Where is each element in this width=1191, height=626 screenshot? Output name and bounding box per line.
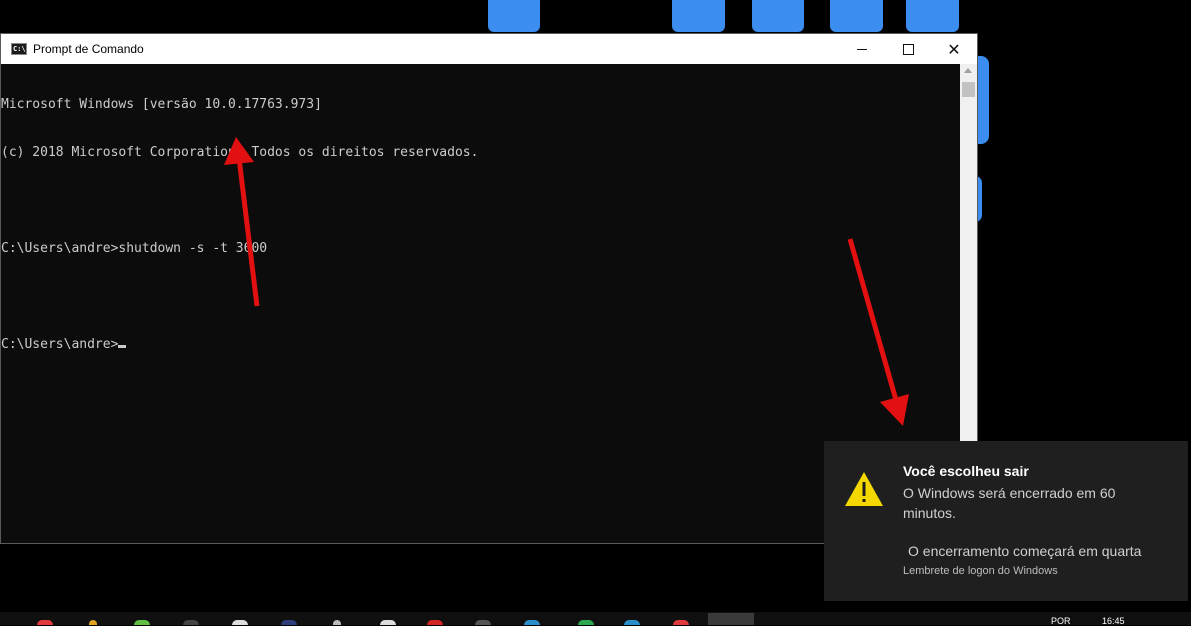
- console-prompt: C:\Users\andre>: [1, 337, 119, 352]
- taskbar-app-icon[interactable]: [578, 620, 594, 625]
- warning-icon: [845, 472, 883, 506]
- taskbar-app-icon[interactable]: [281, 620, 297, 625]
- taskbar-app-icon[interactable]: [475, 620, 491, 625]
- console-output[interactable]: Microsoft Windows [versão 10.0.17763.973…: [1, 64, 960, 543]
- notification-toast[interactable]: Você escolheu sair O Windows será encerr…: [824, 441, 1188, 601]
- console-line: (c) 2018 Microsoft Corporation. Todos os…: [1, 145, 479, 160]
- taskbar-app-icon[interactable]: [524, 620, 540, 625]
- desktop-tile: [830, 0, 883, 32]
- console-line: Microsoft Windows [versão 10.0.17763.973…: [1, 97, 322, 112]
- maximize-button[interactable]: [885, 34, 931, 64]
- taskbar-app-icon[interactable]: [624, 620, 640, 625]
- taskbar-app-icon[interactable]: [183, 620, 199, 625]
- toast-message: O Windows será encerrado em 60 minutos.: [903, 485, 1116, 521]
- toast-source: Lembrete de logon do Windows: [903, 565, 1058, 577]
- desktop-tile: [906, 0, 959, 32]
- desktop-tile: [488, 0, 540, 32]
- console-line: C:\Users\andre>shutdown -s -t 3600: [1, 241, 268, 256]
- maximize-icon: [902, 43, 914, 55]
- title-bar[interactable]: C:\ Prompt de Comando ✕: [1, 34, 977, 64]
- taskbar-app-icon[interactable]: [333, 620, 341, 625]
- minimize-button[interactable]: [839, 34, 885, 64]
- taskbar-app-icon[interactable]: [232, 620, 248, 625]
- taskbar[interactable]: POR 16:45: [0, 612, 1191, 626]
- toast-subtext: O encerramento começará em quarta: [908, 543, 1142, 559]
- taskbar-app-icon[interactable]: [673, 620, 689, 625]
- toast-title: Você escolheu sair: [903, 463, 1029, 479]
- cmd-icon: C:\: [11, 43, 27, 55]
- taskbar-app-icon[interactable]: [89, 620, 97, 625]
- window-title: Prompt de Comando: [33, 42, 144, 56]
- minimize-icon: [857, 48, 867, 50]
- text-cursor: [118, 345, 127, 348]
- taskbar-app-icon[interactable]: [134, 620, 150, 625]
- console-prompt-line[interactable]: C:\Users\andre>: [1, 337, 960, 353]
- taskbar-cmd-button[interactable]: [708, 613, 754, 625]
- scroll-thumb[interactable]: [962, 82, 975, 97]
- close-button[interactable]: ✕: [931, 34, 977, 64]
- taskbar-app-icon[interactable]: [37, 620, 53, 625]
- close-icon: ✕: [947, 39, 961, 59]
- taskbar-app-icon[interactable]: [427, 620, 443, 625]
- desktop-tile: [752, 0, 804, 32]
- desktop-tile: [672, 0, 725, 32]
- taskbar-app-icon[interactable]: [380, 620, 396, 625]
- scroll-up-icon[interactable]: [964, 68, 972, 73]
